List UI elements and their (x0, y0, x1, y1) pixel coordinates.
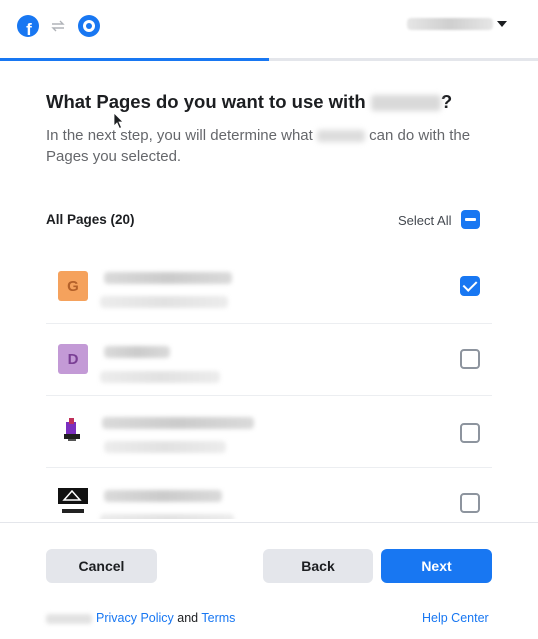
dialog-subtitle: In the next step, you will determine wha… (46, 127, 471, 165)
page-category-redacted (100, 296, 228, 308)
page-checkbox[interactable] (460, 493, 480, 513)
page-name-redacted (104, 490, 222, 502)
caret-down-icon[interactable] (497, 21, 507, 27)
page-checkbox[interactable] (460, 349, 480, 369)
page-category-redacted (100, 371, 220, 383)
page-logo-icon (58, 488, 88, 515)
page-avatar: D (58, 344, 88, 374)
page-row[interactable]: G (46, 251, 492, 323)
mouse-cursor-icon (113, 112, 124, 130)
page-name-redacted (104, 346, 170, 358)
all-pages-heading: All Pages (20) (46, 212, 135, 227)
app-name-redacted (46, 613, 92, 624)
page-name-redacted (102, 417, 254, 429)
dialog-title: What Pages do you want to use with ? (46, 91, 453, 112)
account-name-redacted[interactable] (407, 18, 493, 30)
page-category-redacted (104, 441, 226, 453)
page-checkbox[interactable] (460, 276, 480, 296)
page-name-redacted (104, 272, 232, 284)
page-category-redacted (100, 514, 234, 519)
facebook-logo-icon: f (17, 15, 39, 37)
page-row[interactable]: D (46, 323, 492, 395)
back-button[interactable]: Back (263, 549, 373, 583)
privacy-policy-link[interactable]: Privacy Policy (96, 611, 174, 625)
terms-link[interactable]: Terms (201, 611, 235, 625)
help-center-link[interactable]: Help Center (422, 611, 489, 625)
top-bar: f (0, 0, 538, 58)
step-progress-fill (0, 58, 269, 61)
select-all-label[interactable]: Select All (398, 213, 451, 228)
app-logo-icon (78, 15, 100, 37)
page-row[interactable] (46, 395, 492, 467)
page-logo-icon (64, 418, 80, 441)
policy-links: Privacy Policy and Terms (46, 611, 235, 625)
app-name-redacted (370, 95, 441, 112)
footer-divider (0, 522, 538, 523)
next-button[interactable]: Next (381, 549, 492, 583)
page-row[interactable] (46, 467, 492, 519)
and-text: and (177, 611, 199, 625)
page-avatar: G (58, 271, 88, 301)
app-name-redacted (316, 130, 365, 143)
step-progress-bar (0, 58, 538, 61)
swap-arrows-icon (51, 20, 65, 32)
pages-list[interactable]: G D (46, 251, 492, 519)
page-checkbox[interactable] (460, 423, 480, 443)
select-all-checkbox[interactable] (461, 210, 480, 229)
cancel-button[interactable]: Cancel (46, 549, 157, 583)
